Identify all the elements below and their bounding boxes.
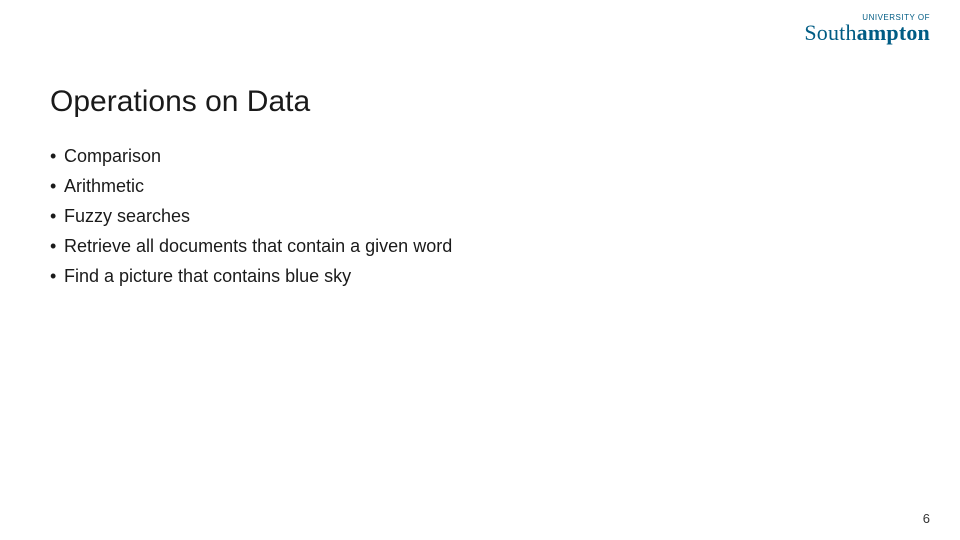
bullet-dot: •: [50, 147, 64, 165]
university-logo: UNIVERSITY OF Southampton: [804, 14, 930, 44]
bullet-text: Arithmetic: [64, 176, 144, 197]
page-number: 6: [923, 511, 930, 526]
logo-wordmark: Southampton: [804, 22, 930, 44]
list-item: •Comparison: [50, 146, 452, 167]
logo-bold: ampton: [857, 20, 930, 45]
bullet-text: Find a picture that contains blue sky: [64, 266, 351, 287]
bullet-dot: •: [50, 177, 64, 195]
slide-title: Operations on Data: [50, 85, 310, 119]
bullet-text: Fuzzy searches: [64, 206, 190, 227]
bullet-dot: •: [50, 207, 64, 225]
list-item: •Fuzzy searches: [50, 206, 452, 227]
bullet-text: Retrieve all documents that contain a gi…: [64, 236, 452, 257]
bullet-list: •Comparison •Arithmetic •Fuzzy searches …: [50, 146, 452, 296]
list-item: •Retrieve all documents that contain a g…: [50, 236, 452, 257]
bullet-dot: •: [50, 267, 64, 285]
logo-prefix: South: [804, 20, 856, 45]
bullet-text: Comparison: [64, 146, 161, 167]
bullet-dot: •: [50, 237, 64, 255]
list-item: •Arithmetic: [50, 176, 452, 197]
slide: UNIVERSITY OF Southampton Operations on …: [0, 0, 960, 540]
list-item: •Find a picture that contains blue sky: [50, 266, 452, 287]
